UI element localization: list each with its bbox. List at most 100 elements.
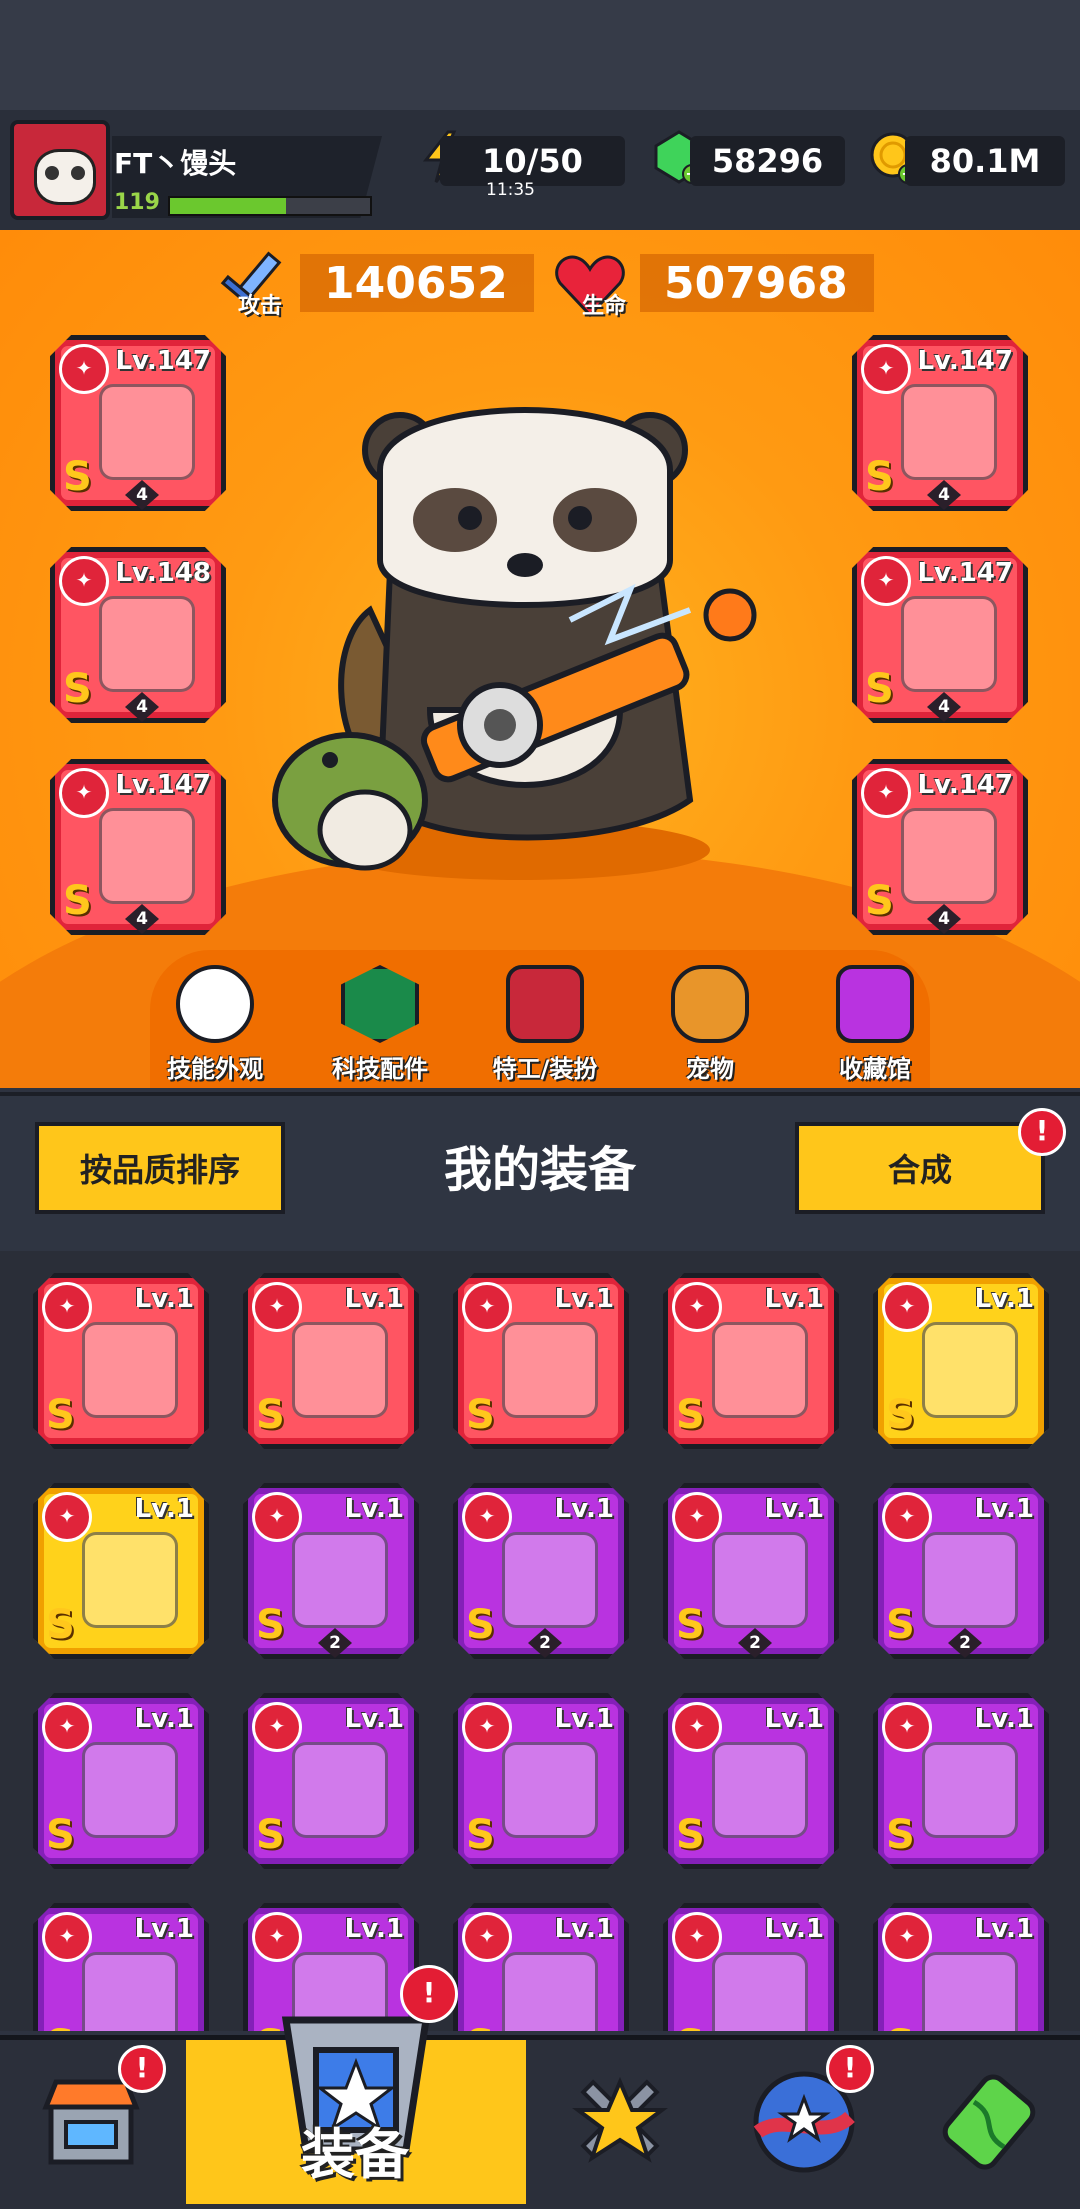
gauntlet-icon (292, 1532, 388, 1628)
item-stars: 2 (738, 1628, 772, 1658)
item-level: Lv.147 (115, 770, 211, 800)
coin-counter[interactable]: 80.1M (905, 136, 1065, 186)
equipped-right-slot-2[interactable]: ✦ Lv.147 S 4 (852, 547, 1028, 723)
item-grade: S (886, 1602, 915, 1648)
dark-armor-icon (82, 1952, 178, 2031)
equipped-left-slot-3[interactable]: ✦ Lv.147 S 4 (50, 759, 226, 935)
tab-tech-parts[interactable]: 科技配件 (310, 965, 450, 1084)
slot-type-icon: ✦ (462, 1912, 512, 1962)
inventory-item[interactable]: ✦ Lv.1 S (33, 1903, 209, 2031)
inventory-item[interactable]: ✦ Lv.1 S (663, 1903, 839, 2031)
gem-value: 58296 (711, 142, 824, 180)
tab-label: 收藏馆 (839, 1055, 911, 1083)
attack-value: 140652 (300, 254, 534, 312)
inventory-title: 我的装备 (443, 1142, 636, 1198)
item-stars: 4 (125, 480, 159, 510)
dark-armor-icon (922, 1742, 1018, 1838)
item-level: Lv.1 (134, 1704, 194, 1734)
item-level: Lv.1 (134, 1284, 194, 1314)
slot-type-icon: ✦ (882, 1702, 932, 1752)
inventory-item[interactable]: ✦ Lv.1 S (453, 1693, 629, 1869)
inventory-item[interactable]: ✦ Lv.1 S (873, 1903, 1049, 2031)
soccer-ball-icon (176, 965, 254, 1043)
inventory-item[interactable]: ✦ Lv.1 S (33, 1273, 209, 1449)
item-stars: 4 (927, 692, 961, 722)
nav-battle[interactable] (530, 2040, 710, 2204)
item-level: Lv.1 (554, 1914, 614, 1944)
slot-type-icon: ✦ (861, 556, 911, 606)
item-level: Lv.1 (134, 1494, 194, 1524)
silver-armor-icon (502, 1952, 598, 2031)
nav-equipment-label: 装备 (301, 2123, 409, 2186)
equipped-right-slot-1[interactable]: ✦ Lv.147 S 4 (852, 335, 1028, 511)
equipped-left-slot-2[interactable]: ✦ Lv.148 S 4 (50, 547, 226, 723)
inventory-item[interactable]: ✦ Lv.1 S (33, 1693, 209, 1869)
item-grade: S (466, 2022, 495, 2031)
status-bar-area (0, 0, 1080, 110)
item-level: Lv.148 (115, 558, 211, 588)
inventory-item[interactable]: ✦ Lv.1 S (663, 1693, 839, 1869)
slot-type-icon: ✦ (252, 1912, 302, 1962)
item-stars: 2 (318, 1628, 352, 1658)
item-stars: 2 (948, 1628, 982, 1658)
slot-type-icon: ✦ (42, 1282, 92, 1332)
xp-bar (168, 196, 372, 216)
tab-agents-outfits[interactable]: 特工/装扮 (475, 965, 615, 1084)
player-avatar[interactable] (10, 120, 110, 220)
equipped-right-slot-3[interactable]: ✦ Lv.147 S 4 (852, 759, 1028, 935)
inventory-item[interactable]: ✦ Lv.1 S (453, 1273, 629, 1449)
gauntlet-icon (99, 808, 195, 904)
sort-by-quality-button[interactable]: 按品质排序 (35, 1122, 285, 1214)
tab-skill-skins[interactable]: 技能外观 (145, 965, 285, 1084)
inventory-item[interactable]: ✦ Lv.1 S (243, 1693, 419, 1869)
item-level: Lv.1 (764, 1704, 824, 1734)
nav-equipment[interactable]: 装备 (186, 2016, 526, 2204)
item-grade: S (466, 1812, 495, 1858)
inventory-item[interactable]: ✦ Lv.1 S 2 (243, 1483, 419, 1659)
item-grade: S (256, 1602, 285, 1648)
item-level: Lv.147 (917, 770, 1013, 800)
dna-capsule-icon (942, 2074, 1036, 2170)
slot-type-icon: ✦ (882, 1912, 932, 1962)
merge-button[interactable]: 合成 (795, 1122, 1045, 1214)
tab-label: 宠物 (686, 1055, 734, 1083)
belt-icon (292, 1322, 388, 1418)
inventory-item[interactable]: ✦ Lv.1 S 2 (453, 1483, 629, 1659)
kunai-icon (502, 1322, 598, 1418)
armor-icon (901, 384, 997, 480)
inventory-item[interactable]: ✦ Lv.1 S (873, 1693, 1049, 1869)
energy-timer: 11:35 (486, 180, 535, 200)
shiba-dog-icon (671, 965, 749, 1043)
item-stars: 4 (927, 480, 961, 510)
slot-type-icon: ✦ (882, 1282, 932, 1332)
item-level: Lv.1 (344, 1284, 404, 1314)
inventory-item[interactable]: ✦ Lv.1 S 2 (873, 1483, 1049, 1659)
equipped-left-slot-1[interactable]: ✦ Lv.147 S 4 (50, 335, 226, 511)
boot-icon (901, 808, 997, 904)
tab-collection[interactable]: 收藏馆 (805, 965, 945, 1084)
item-level: Lv.1 (554, 1284, 614, 1314)
slot-type-icon: ✦ (252, 1702, 302, 1752)
tab-pets[interactable]: 宠物 (640, 965, 780, 1084)
panda-avatar-icon (34, 149, 96, 205)
item-level: Lv.1 (764, 1284, 824, 1314)
item-grade: S (865, 454, 894, 500)
energy-counter[interactable]: 10/50 (440, 136, 625, 186)
nav-evolution[interactable] (898, 2040, 1080, 2204)
gauntlet-icon (712, 1532, 808, 1628)
inventory-item[interactable]: ✦ Lv.1 S (33, 1483, 209, 1659)
inventory-item[interactable]: ✦ Lv.1 S (873, 1273, 1049, 1449)
events-alert-badge: ! (826, 2045, 874, 2093)
slot-type-icon: ✦ (42, 1912, 92, 1962)
item-level: Lv.1 (344, 1494, 404, 1524)
item-grade: S (886, 1812, 915, 1858)
panda-hero-character[interactable] (270, 380, 770, 900)
inventory-item[interactable]: ✦ Lv.1 S (663, 1273, 839, 1449)
gem-counter[interactable]: 58296 (690, 136, 845, 186)
inventory-item[interactable]: ✦ Lv.1 S 2 (663, 1483, 839, 1659)
inventory-item[interactable]: ✦ Lv.1 S (453, 1903, 629, 2031)
item-level: Lv.1 (974, 1914, 1034, 1944)
item-stars: 4 (125, 904, 159, 934)
inventory-item[interactable]: ✦ Lv.1 S (243, 1273, 419, 1449)
gauntlet-icon (922, 1532, 1018, 1628)
